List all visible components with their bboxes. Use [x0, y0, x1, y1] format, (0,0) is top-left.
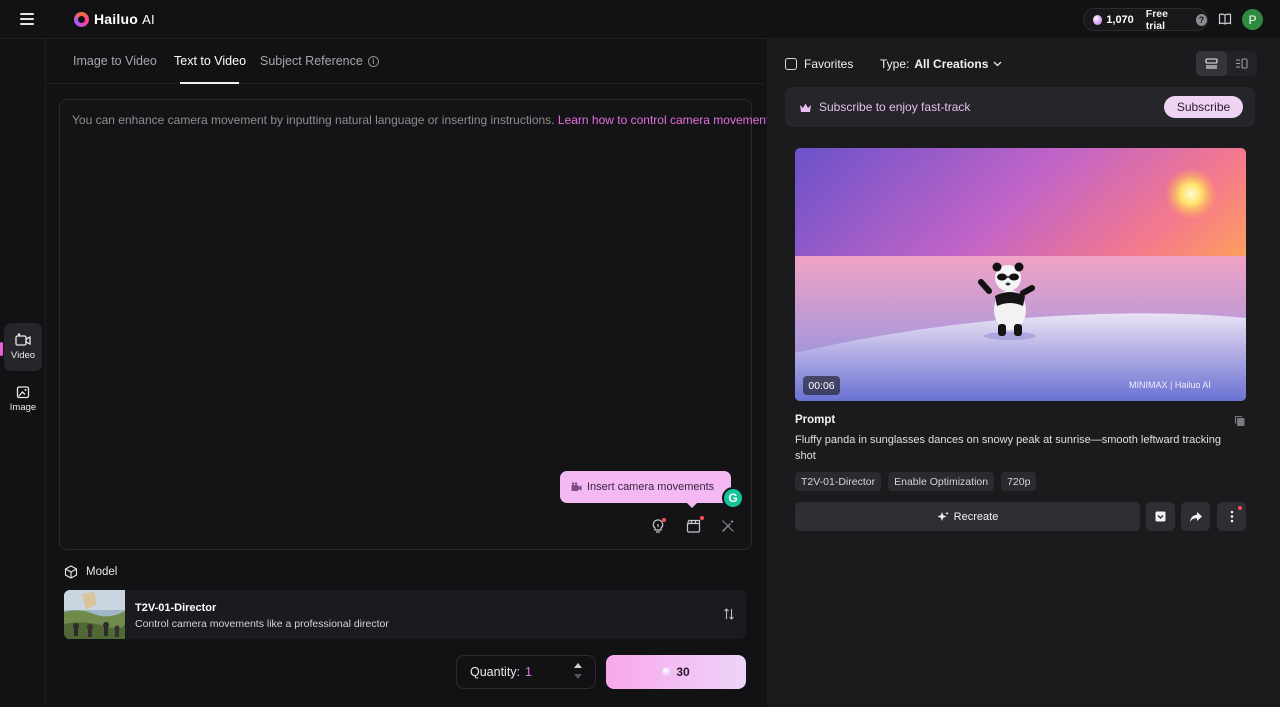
rail-label: Image [9, 402, 37, 413]
magic-wand-icon[interactable] [719, 517, 737, 535]
list-view-icon [1205, 58, 1218, 69]
decrement-arrow-icon[interactable] [574, 674, 582, 679]
list-view-button[interactable] [1196, 51, 1227, 76]
subscribe-button[interactable]: Subscribe [1164, 96, 1243, 118]
model-description: Control camera movements like a professi… [135, 618, 389, 630]
more-vertical-icon [1230, 510, 1233, 523]
mode-tabs: Image to Video Text to Video Subject Ref… [47, 39, 765, 84]
model-thumbnail [64, 590, 125, 639]
notification-dot [1238, 506, 1242, 510]
tag-optimization: Enable Optimization [888, 472, 995, 491]
book-icon[interactable] [1218, 12, 1232, 26]
type-dropdown[interactable]: Type: All Creations [880, 57, 1002, 71]
creation-panel: Image to Video Text to Video Subject Ref… [47, 39, 776, 707]
prompt-label: Prompt [795, 414, 836, 426]
create-cost: 30 [676, 665, 690, 679]
prompt-placeholder: You can enhance camera movement by input… [72, 113, 776, 127]
sort-icon[interactable] [722, 607, 736, 621]
menu-icon[interactable] [20, 12, 36, 26]
free-trial-label[interactable]: Free trial [1146, 8, 1187, 32]
tag-model: T2V-01-Director [795, 472, 882, 491]
hailuo-logo-icon [74, 11, 89, 27]
tooltip-text: Insert camera movements [587, 481, 715, 493]
download-icon [1155, 511, 1166, 522]
grammarly-icon[interactable]: G [722, 487, 744, 509]
video-preview[interactable]: 00:06 MINIMAX | Hailuo AI [795, 148, 1246, 401]
video-duration: 00:06 [803, 376, 840, 395]
type-value: All Creations [914, 57, 989, 71]
type-label: Type: [880, 57, 910, 71]
avatar[interactable]: P [1242, 9, 1263, 30]
rail-label: Video [10, 350, 36, 361]
camera-icon [571, 482, 582, 491]
quantity-value[interactable]: 1 [525, 665, 532, 679]
info-icon[interactable]: i [367, 56, 379, 68]
model-selector[interactable]: T2V-01-Director Control camera movements… [64, 590, 746, 639]
results-panel: Favorites Type: All Creations Subscribe … [767, 39, 1280, 707]
notification-dot [700, 516, 704, 520]
tab-image-to-video[interactable]: Image to Video [73, 54, 157, 68]
logo-text: Hailuo AI [94, 11, 155, 27]
prompt-description: Fluffy panda in sunglasses dances on sno… [795, 434, 1221, 462]
app-logo[interactable]: Hailuo AI [74, 10, 155, 28]
favorites-label: Favorites [804, 57, 854, 71]
video-thumbnail [795, 148, 1246, 401]
download-button[interactable] [1146, 502, 1175, 531]
credit-gem-icon [1093, 14, 1103, 25]
generation-tags: T2V-01-Director Enable Optimization 720p [795, 472, 1037, 491]
help-icon[interactable]: ? [1195, 13, 1207, 26]
copy-icon[interactable] [1234, 415, 1246, 427]
quantity-label: Quantity: [470, 665, 521, 679]
camera-help-link[interactable]: Learn how to control camera movements [558, 113, 775, 127]
model-name: T2V-01-Director [135, 602, 217, 614]
tab-text-to-video[interactable]: Text to Video [174, 54, 246, 68]
credit-count: 1,070 [1106, 13, 1134, 26]
quantity-stepper[interactable]: Quantity: 1 [456, 655, 596, 689]
subscribe-banner: Subscribe to enjoy fast-track Subscribe [785, 87, 1255, 127]
rail-active-indicator [0, 342, 3, 356]
chevron-down-icon [993, 61, 1002, 67]
cube-icon [64, 565, 78, 579]
subscribe-text: Subscribe to enjoy fast-track [819, 100, 971, 114]
rail-item-image[interactable]: Image [4, 375, 42, 423]
top-bar: Hailuo AI 1,070 Free trial ? P [0, 0, 1280, 39]
favorites-filter[interactable]: Favorites [785, 57, 853, 71]
recreate-button[interactable]: Recreate [795, 502, 1140, 531]
image-icon [16, 386, 30, 399]
prompt-input[interactable]: You can enhance camera movement by input… [59, 99, 776, 550]
crown-icon [800, 103, 811, 112]
credits-pill[interactable]: 1,070 Free trial ? [1083, 8, 1208, 32]
split-view-icon [1236, 58, 1248, 69]
create-button[interactable]: 30 [606, 655, 746, 689]
more-options-button[interactable] [1217, 502, 1246, 531]
favorites-checkbox[interactable] [785, 58, 797, 70]
increment-arrow-icon[interactable] [574, 663, 582, 668]
recreate-label: Recreate [953, 510, 999, 523]
camera-movement-tooltip[interactable]: Insert camera movements [560, 471, 731, 508]
share-icon [1189, 511, 1202, 522]
sparkle-icon [937, 511, 949, 521]
model-section-label: Model [64, 565, 117, 579]
credit-gem-icon [662, 667, 673, 677]
view-toggle [1196, 51, 1257, 76]
share-button[interactable] [1181, 502, 1210, 531]
active-tab-underline [180, 82, 239, 84]
video-icon [15, 333, 31, 346]
rail-item-video[interactable]: Video [4, 323, 42, 371]
left-rail: Video Image [0, 39, 46, 707]
tag-resolution: 720p [1001, 472, 1037, 491]
notification-dot [662, 518, 666, 522]
split-view-button[interactable] [1227, 51, 1258, 76]
video-watermark: MINIMAX | Hailuo AI [1129, 380, 1211, 390]
tab-subject-reference[interactable]: Subject Reference i [260, 54, 379, 68]
